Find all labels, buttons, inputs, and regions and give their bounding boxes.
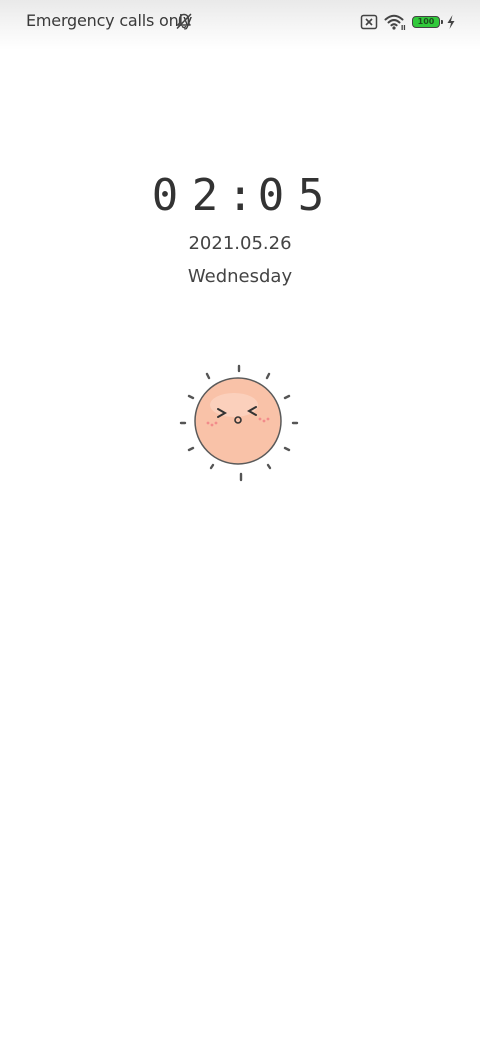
battery-icon: 100 — [412, 16, 443, 28]
status-icons: 100 — [360, 12, 456, 32]
clock-hour-ones: 2 — [191, 170, 223, 221]
sim-card-error-icon — [360, 14, 378, 30]
charging-bolt-icon — [447, 15, 455, 29]
lock-clock: 0 2:0 5 — [0, 170, 480, 221]
clock-separator: : — [227, 170, 258, 221]
smiling-sun-icon — [179, 364, 299, 482]
lock-date: 2021.05.26 — [188, 233, 292, 254]
wifi-icon — [384, 14, 406, 30]
status-bar: Emergency calls only 100 — [0, 0, 480, 50]
bell-off-icon — [176, 13, 192, 29]
clock-hour-tens: 0 — [151, 170, 183, 221]
clock-minute-ones: 5 — [297, 170, 329, 221]
clock-minute-tens: 0 — [257, 170, 289, 221]
battery-level: 100 — [417, 17, 435, 26]
lock-weekday: Wednesday — [187, 266, 293, 287]
lock-screen: Emergency calls only 100 0 2:0 5 2021.0… — [0, 0, 480, 1040]
carrier-status: Emergency calls only — [26, 11, 193, 30]
